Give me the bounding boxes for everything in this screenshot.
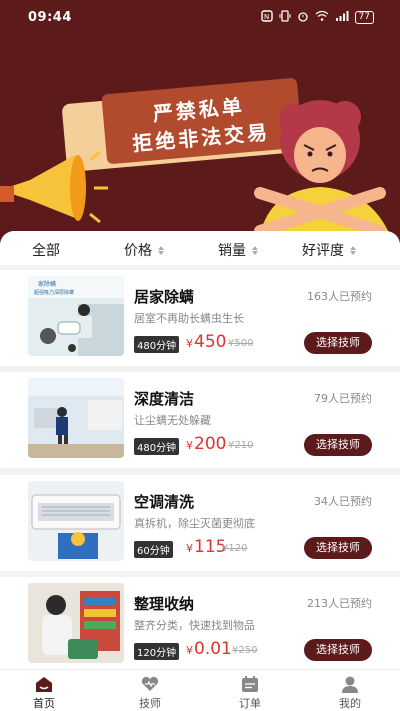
filter-rating[interactable]: 好评度	[302, 240, 356, 260]
price-value: 0.01	[194, 639, 232, 659]
status-bar: 09:44 N 77	[0, 0, 400, 34]
sort-icon	[252, 245, 258, 255]
nav-orders-label: 订单	[239, 697, 261, 710]
calendar-icon	[242, 676, 258, 692]
currency-symbol: ¥	[186, 542, 193, 555]
service-description: 居室不再助长螨虫生长	[134, 312, 244, 325]
thumb-caption-2: 超强吸力深层除螨	[34, 289, 74, 296]
service-description: 让尘螨无处躲藏	[134, 414, 211, 427]
filter-sales[interactable]: 销量	[218, 240, 258, 260]
service-card-mite-removal[interactable]: 家除螨 超强吸力深层除螨 居家除螨 居室不再助长螨虫生长 163人已预约 480…	[0, 270, 400, 366]
filter-price[interactable]: 价格	[124, 240, 164, 260]
duration-badge: 120分钟	[134, 643, 180, 660]
home-icon	[36, 677, 52, 692]
thumb-caption-1: 家除螨	[38, 280, 56, 288]
choose-technician-button[interactable]: 选择技师	[304, 639, 372, 661]
service-title: 居家除螨	[134, 288, 195, 306]
filter-price-label: 价格	[124, 243, 152, 259]
service-thumbnail	[28, 481, 124, 561]
choose-technician-button[interactable]: 选择技师	[304, 332, 372, 354]
vibrate-icon	[279, 10, 291, 25]
nav-profile[interactable]: 我的	[320, 675, 380, 711]
alarm-icon	[297, 10, 309, 25]
duration-badge: 60分钟	[134, 541, 173, 558]
megaphone-icon	[0, 150, 108, 224]
nav-home[interactable]: 首页	[14, 675, 74, 711]
service-price: ¥115	[186, 537, 226, 557]
service-title: 空调清洗	[134, 493, 195, 511]
duration-badge: 480分钟	[134, 336, 180, 353]
sort-icon	[158, 245, 164, 255]
service-price: ¥200	[186, 434, 226, 454]
service-title: 整理收纳	[134, 595, 195, 613]
choose-technician-button[interactable]: 选择技师	[304, 537, 372, 559]
filter-sales-label: 销量	[218, 243, 246, 259]
choose-technician-button[interactable]: 选择技师	[304, 434, 372, 456]
price-value: 450	[194, 332, 227, 352]
duration-badge: 480分钟	[134, 438, 180, 455]
service-title: 深度清洁	[134, 390, 195, 408]
service-price: ¥0.01	[186, 639, 232, 659]
booking-count: 79人已预约	[314, 392, 372, 405]
original-price: ¥210	[228, 440, 254, 451]
status-icons: N 77	[260, 10, 374, 25]
original-price: ¥500	[228, 338, 254, 349]
service-card-ac-cleaning[interactable]: 空调清洗 真拆机，除尘灭菌更彻底 34人已预约 60分钟 ¥115 ¥120 选…	[0, 475, 400, 571]
nfc-icon: N	[260, 10, 273, 25]
filter-bar: 全部 价格 销量 好评度	[0, 231, 400, 265]
wifi-icon	[315, 10, 329, 25]
price-value: 200	[194, 434, 227, 454]
angry-person-illustration	[254, 100, 390, 235]
service-description: 真拆机，除尘灭菌更彻底	[134, 517, 255, 530]
original-price: ¥250	[232, 645, 258, 656]
service-description: 整齐分类，快速找到物品	[134, 619, 255, 632]
nav-profile-label: 我的	[339, 697, 361, 710]
status-time: 09:44	[28, 10, 72, 25]
filter-all-label: 全部	[32, 243, 60, 259]
currency-symbol: ¥	[186, 439, 193, 452]
hero-banner: 09:44 N 77 严禁私单 拒绝非法交易	[0, 0, 400, 250]
filter-rating-label: 好评度	[302, 243, 344, 259]
booking-count: 213人已预约	[307, 597, 372, 610]
service-price: ¥450	[186, 332, 226, 352]
currency-symbol: ¥	[186, 644, 193, 657]
sort-icon	[350, 245, 356, 255]
service-thumbnail	[28, 378, 124, 458]
booking-count: 34人已预约	[314, 495, 372, 508]
service-thumbnail	[28, 583, 124, 663]
nav-technician-label: 技师	[139, 697, 161, 710]
currency-symbol: ¥	[186, 337, 193, 350]
service-thumbnail: 家除螨 超强吸力深层除螨	[28, 276, 124, 356]
filter-all[interactable]: 全部	[32, 240, 60, 260]
nav-home-label: 首页	[33, 697, 55, 710]
heart-icon	[141, 676, 159, 691]
service-card-organizing[interactable]: 整理收纳 整齐分类，快速找到物品 213人已预约 120分钟 ¥0.01 ¥25…	[0, 577, 400, 673]
bottom-navigation: 首页 技师 订单 我的	[0, 669, 400, 711]
nav-orders[interactable]: 订单	[220, 675, 280, 711]
user-icon	[342, 676, 358, 693]
svg-text:N: N	[264, 13, 269, 21]
service-card-deep-cleaning[interactable]: 深度清洁 让尘螨无处躲藏 79人已预约 480分钟 ¥200 ¥210 选择技师	[0, 372, 400, 468]
battery-icon: 77	[354, 11, 374, 24]
nav-technician[interactable]: 技师	[120, 675, 180, 711]
original-price: ¥120	[222, 543, 248, 554]
booking-count: 163人已预约	[307, 290, 372, 303]
signal-icon	[335, 10, 349, 25]
